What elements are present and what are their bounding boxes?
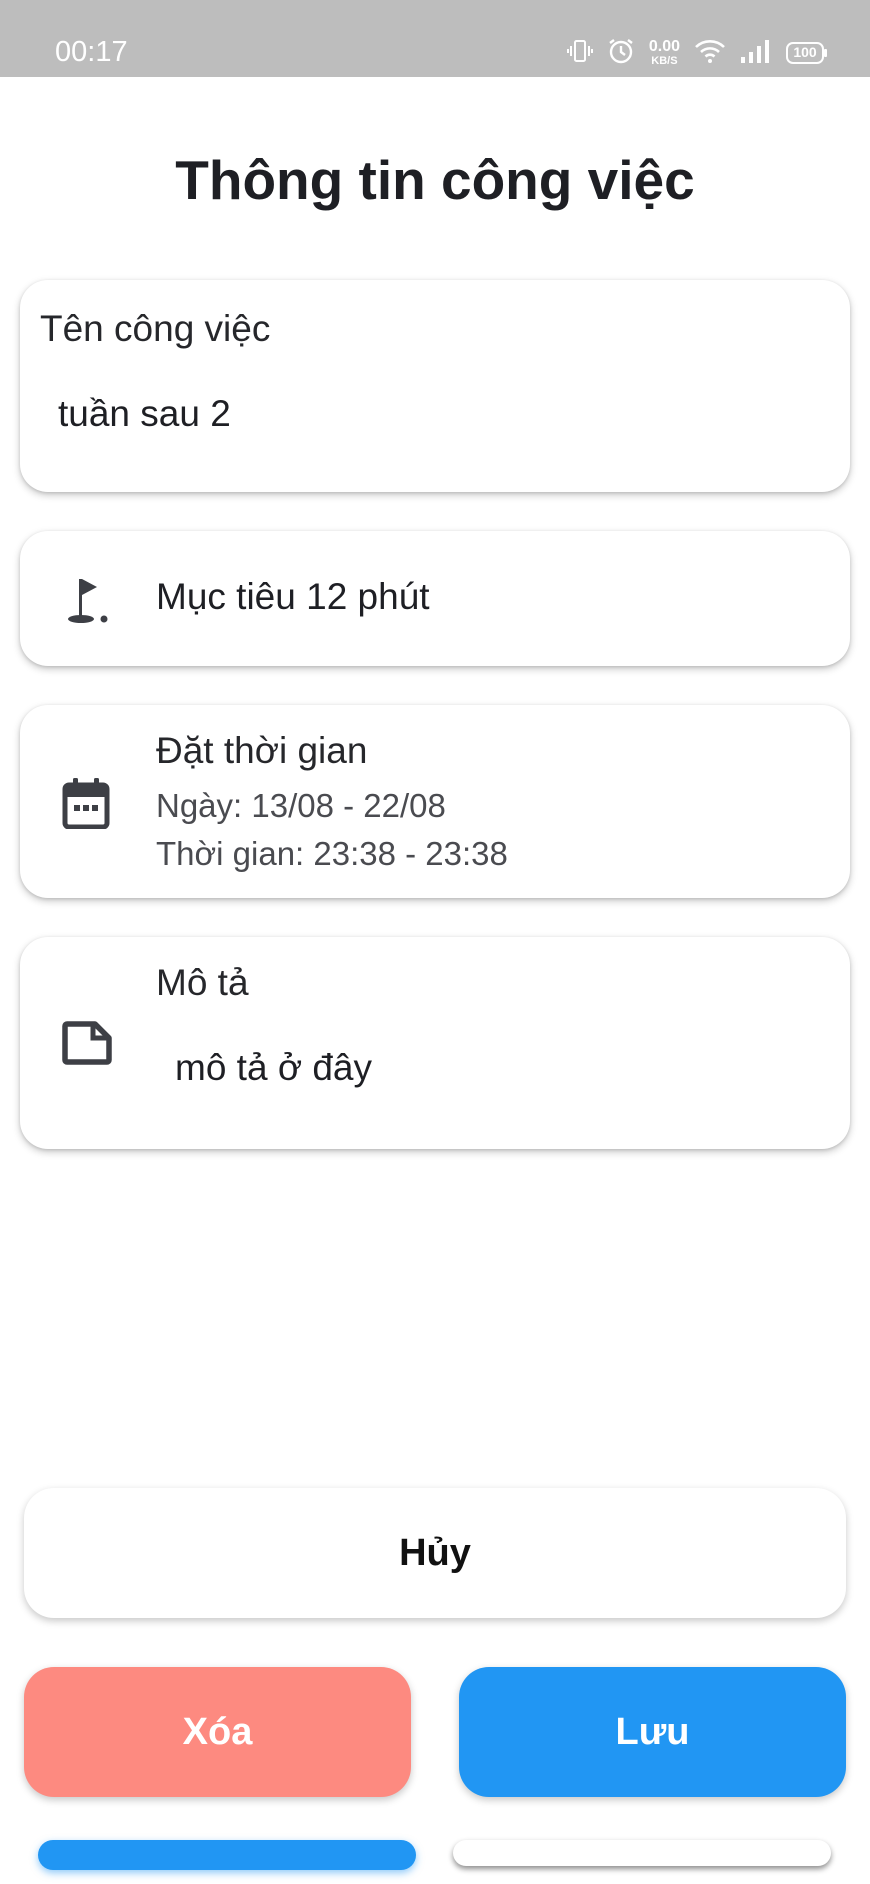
calendar-icon bbox=[62, 777, 110, 834]
schedule-time: Thời gian: 23:38 - 23:38 bbox=[156, 835, 508, 872]
vibrate-icon bbox=[566, 38, 593, 69]
schedule-card[interactable]: Đặt thời gian Ngày: 13/08 - 22/08 Thời g… bbox=[20, 705, 850, 898]
signal-icon bbox=[740, 38, 772, 69]
page-title: Thông tin công việc bbox=[175, 149, 695, 211]
speed-value: 0.00 bbox=[648, 38, 680, 55]
golf-flag-icon bbox=[64, 575, 110, 630]
blue-bar-peek bbox=[38, 1840, 416, 1870]
network-speed: 0.00 KB/S bbox=[649, 39, 680, 67]
status-bar: 00:17 0.00 KB/S 100 bbox=[0, 0, 870, 77]
delete-button[interactable]: Xóa bbox=[24, 1667, 411, 1797]
speed-unit: KB/S bbox=[651, 55, 678, 67]
battery-level: 100 bbox=[793, 44, 817, 60]
alarm-icon bbox=[607, 37, 635, 70]
goal-card[interactable]: Mục tiêu 12 phút bbox=[20, 531, 850, 666]
description-card[interactable]: Mô tả mô tả ở đây bbox=[20, 937, 850, 1149]
description-label: Mô tả bbox=[156, 962, 249, 1003]
cancel-button[interactable]: Hủy bbox=[24, 1488, 846, 1618]
schedule-label: Đặt thời gian bbox=[156, 730, 368, 771]
task-name-input[interactable]: tuần sau 2 bbox=[58, 393, 231, 435]
task-name-label: Tên công việc bbox=[40, 308, 271, 349]
goal-text: Mục tiêu 12 phút bbox=[156, 576, 430, 617]
white-bar-peek bbox=[453, 1840, 831, 1866]
save-button[interactable]: Lưu bbox=[459, 1667, 846, 1797]
wifi-icon bbox=[694, 38, 726, 69]
note-icon bbox=[62, 1021, 112, 1070]
status-time: 00:17 bbox=[55, 36, 128, 68]
battery-icon: 100 bbox=[786, 41, 828, 65]
description-input[interactable]: mô tả ở đây bbox=[175, 1047, 372, 1089]
status-icons: 0.00 KB/S 100 bbox=[566, 37, 828, 70]
schedule-date: Ngày: 13/08 - 22/08 bbox=[156, 787, 446, 824]
task-name-card[interactable]: Tên công việc tuần sau 2 bbox=[20, 280, 850, 492]
